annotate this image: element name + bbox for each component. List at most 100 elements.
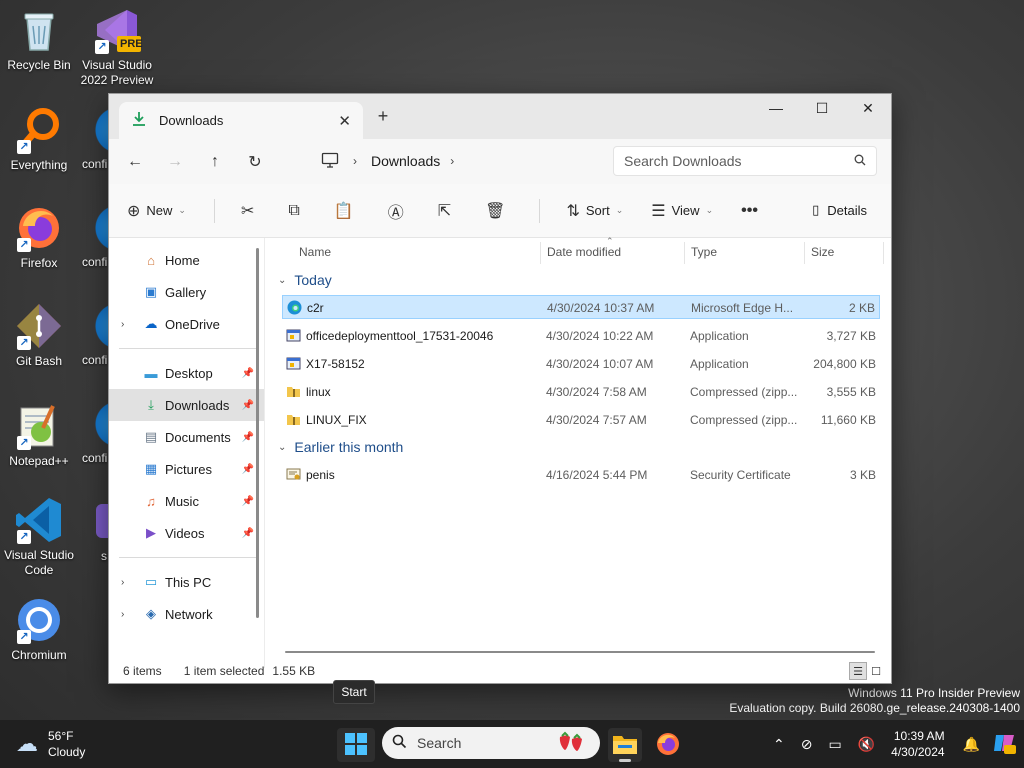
up-button[interactable]: ↑ [195, 153, 235, 171]
nav-scrollbar[interactable] [256, 248, 259, 618]
nav-item-onedrive[interactable]: › ☁ OneDrive [109, 308, 264, 340]
desktop-icon-recycle-bin[interactable]: Recycle Bin [0, 6, 78, 73]
taskbar-file-explorer[interactable] [608, 728, 642, 762]
title-bar[interactable]: Downloads ✕ + — ☐ ✕ [109, 94, 891, 139]
nav-item-downloads[interactable]: ⤓ Downloads 📌 [109, 389, 264, 421]
sort-icon: ⇅ [566, 202, 580, 220]
desktop-icon-label: Firefox [20, 256, 58, 270]
desktop-icon-notepad-plus-plus[interactable]: ↗ Notepad++ [0, 402, 78, 469]
file-row[interactable]: penis 4/16/2024 5:44 PM Security Certifi… [282, 463, 880, 487]
pin-icon[interactable]: 📌 [242, 528, 254, 539]
network-disconnected-icon[interactable]: ⊘ [801, 736, 813, 753]
file-row[interactable]: linux 4/30/2024 7:58 AM Compressed (zipp… [282, 380, 880, 404]
nav-item-videos[interactable]: ▶ Videos 📌 [109, 517, 264, 549]
copilot-icon[interactable] [992, 731, 1016, 758]
pin-icon[interactable]: 📌 [242, 368, 254, 379]
details-pane-button[interactable]: ▯ Details [812, 202, 867, 218]
chevron-up-icon[interactable]: ⌃ [773, 736, 785, 753]
new-button[interactable]: ⊕ New ⌄ [127, 201, 186, 221]
weather-widget[interactable]: ☁ 56°F Cloudy [16, 728, 85, 760]
file-date: 4/30/2024 10:22 AM [546, 329, 654, 343]
maximize-button[interactable]: ☐ [799, 94, 845, 122]
taskbar-search-box[interactable]: Search [382, 727, 600, 759]
nav-item-music[interactable]: ♫ Music 📌 [109, 485, 264, 517]
new-tab-button[interactable]: + [371, 106, 395, 127]
search-input[interactable]: Search Downloads [624, 153, 854, 169]
pin-icon[interactable]: 📌 [242, 496, 254, 507]
nav-item-network[interactable]: › ◈ Network [109, 598, 264, 630]
address-bar[interactable]: › Downloads › [315, 146, 607, 176]
chevron-right-icon[interactable]: › [353, 154, 357, 168]
file-row[interactable]: LINUX_FIX 4/30/2024 7:57 AM Compressed (… [282, 408, 880, 432]
pin-icon[interactable]: 📌 [242, 400, 254, 411]
refresh-button[interactable]: ↻ [235, 152, 275, 172]
desktop-icon-chromium[interactable]: ↗ Chromium [0, 596, 78, 663]
file-row[interactable]: officedeploymenttool_17531-20046 4/30/20… [282, 324, 880, 348]
nav-item-pictures[interactable]: ▦ Pictures 📌 [109, 453, 264, 485]
back-button[interactable]: ← [115, 153, 155, 171]
nav-item-gallery[interactable]: ▣ Gallery [109, 276, 264, 308]
file-row[interactable]: c2r 4/30/2024 10:37 AM Microsoft Edge H.… [282, 295, 880, 319]
details-view-icon[interactable]: ☰ [849, 662, 867, 680]
paste-button[interactable]: 📋 [334, 201, 360, 221]
search-box[interactable]: Search Downloads [613, 146, 877, 176]
selection-size: 1.55 KB [272, 664, 316, 678]
desktop-icon-vscode[interactable]: ↗ Visual Studio Code [0, 496, 78, 578]
certificate-icon [286, 467, 301, 482]
desktop-icon-label: Recycle Bin [7, 58, 71, 72]
taskbar-firefox[interactable] [651, 728, 685, 762]
start-button[interactable] [337, 728, 375, 762]
chevron-right-icon[interactable]: › [121, 609, 124, 620]
view-button[interactable]: ☰ View ⌄ [651, 201, 713, 221]
minimize-button[interactable]: — [753, 94, 799, 122]
clock[interactable]: 10:39 AM 4/30/2024 [891, 728, 944, 760]
nav-item-desktop[interactable]: ▬ Desktop 📌 [109, 357, 264, 389]
chevron-down-icon: ⌄ [705, 205, 714, 215]
delete-button[interactable]: 🗑 [485, 201, 511, 221]
tiles-view-icon[interactable]: ☐ [867, 662, 885, 680]
recycle-bin-icon [15, 6, 63, 54]
sort-button[interactable]: ⇅ Sort ⌄ [566, 201, 623, 221]
column-date-modified[interactable]: Date modified [547, 245, 621, 259]
weather-temperature: 56°F [48, 729, 74, 743]
chromium-icon: ↗ [15, 596, 63, 644]
desktop-icon-git-bash[interactable]: ↗ Git Bash [0, 302, 78, 369]
horizontal-scrollbar[interactable] [285, 651, 875, 653]
speaker-muted-icon[interactable]: 🔇 [858, 736, 875, 753]
close-window-button[interactable]: ✕ [845, 94, 891, 122]
group-header-today[interactable]: ⌄ Today [272, 266, 332, 294]
nav-item-this-pc[interactable]: › ▭ This PC [109, 566, 264, 598]
copy-button[interactable]: ⧉ [288, 202, 305, 220]
taskbar: ☁ 56°F Cloudy Search ⌃ ⊘ ▭ 🔇 10:39 AM 4/… [0, 720, 1024, 768]
file-type: Compressed (zipp... [690, 385, 798, 399]
chevron-right-icon[interactable]: › [121, 577, 124, 588]
file-row[interactable]: X17-58152 4/30/2024 10:07 AM Application… [282, 352, 880, 376]
pin-icon[interactable]: 📌 [242, 432, 254, 443]
notification-bell-icon[interactable]: 🔔 [963, 736, 980, 753]
cut-button[interactable]: ✂ [241, 201, 260, 221]
pin-icon[interactable]: 📌 [242, 464, 254, 475]
desktop-icon-everything[interactable]: ↗ Everything [0, 106, 78, 173]
breadcrumb-downloads[interactable]: Downloads [371, 153, 440, 169]
close-tab-icon[interactable]: ✕ [338, 112, 351, 130]
share-button[interactable]: ⇱ [438, 201, 457, 221]
rename-button[interactable]: Ⓐ [388, 199, 410, 223]
forward-button[interactable]: → [155, 153, 195, 171]
column-type[interactable]: Type [691, 245, 717, 259]
column-name[interactable]: Name [299, 245, 331, 259]
taskbar-search-input[interactable]: Search [417, 735, 556, 751]
display-icon[interactable]: ▭ [829, 736, 842, 753]
column-size[interactable]: Size [811, 245, 834, 259]
group-header-earlier-this-month[interactable]: ⌄ Earlier this month [272, 433, 403, 461]
nav-item-home[interactable]: ⌂ Home [109, 244, 264, 276]
tab-downloads[interactable]: Downloads ✕ [119, 102, 363, 139]
chevron-right-icon[interactable]: › [121, 319, 124, 330]
chevron-right-icon[interactable]: › [450, 154, 454, 168]
nav-item-documents[interactable]: ▤ Documents 📌 [109, 421, 264, 453]
pre-badge: PRE [120, 38, 143, 50]
desktop-icon-firefox[interactable]: ↗ Firefox [0, 204, 78, 271]
more-options-button[interactable]: ••• [741, 202, 764, 220]
desktop-icon-visual-studio-preview[interactable]: PRE ↗ Visual Studio 2022 Preview [78, 6, 156, 88]
scissors-icon: ✂ [240, 202, 255, 220]
partial-purple-app-icon[interactable] [96, 504, 108, 538]
